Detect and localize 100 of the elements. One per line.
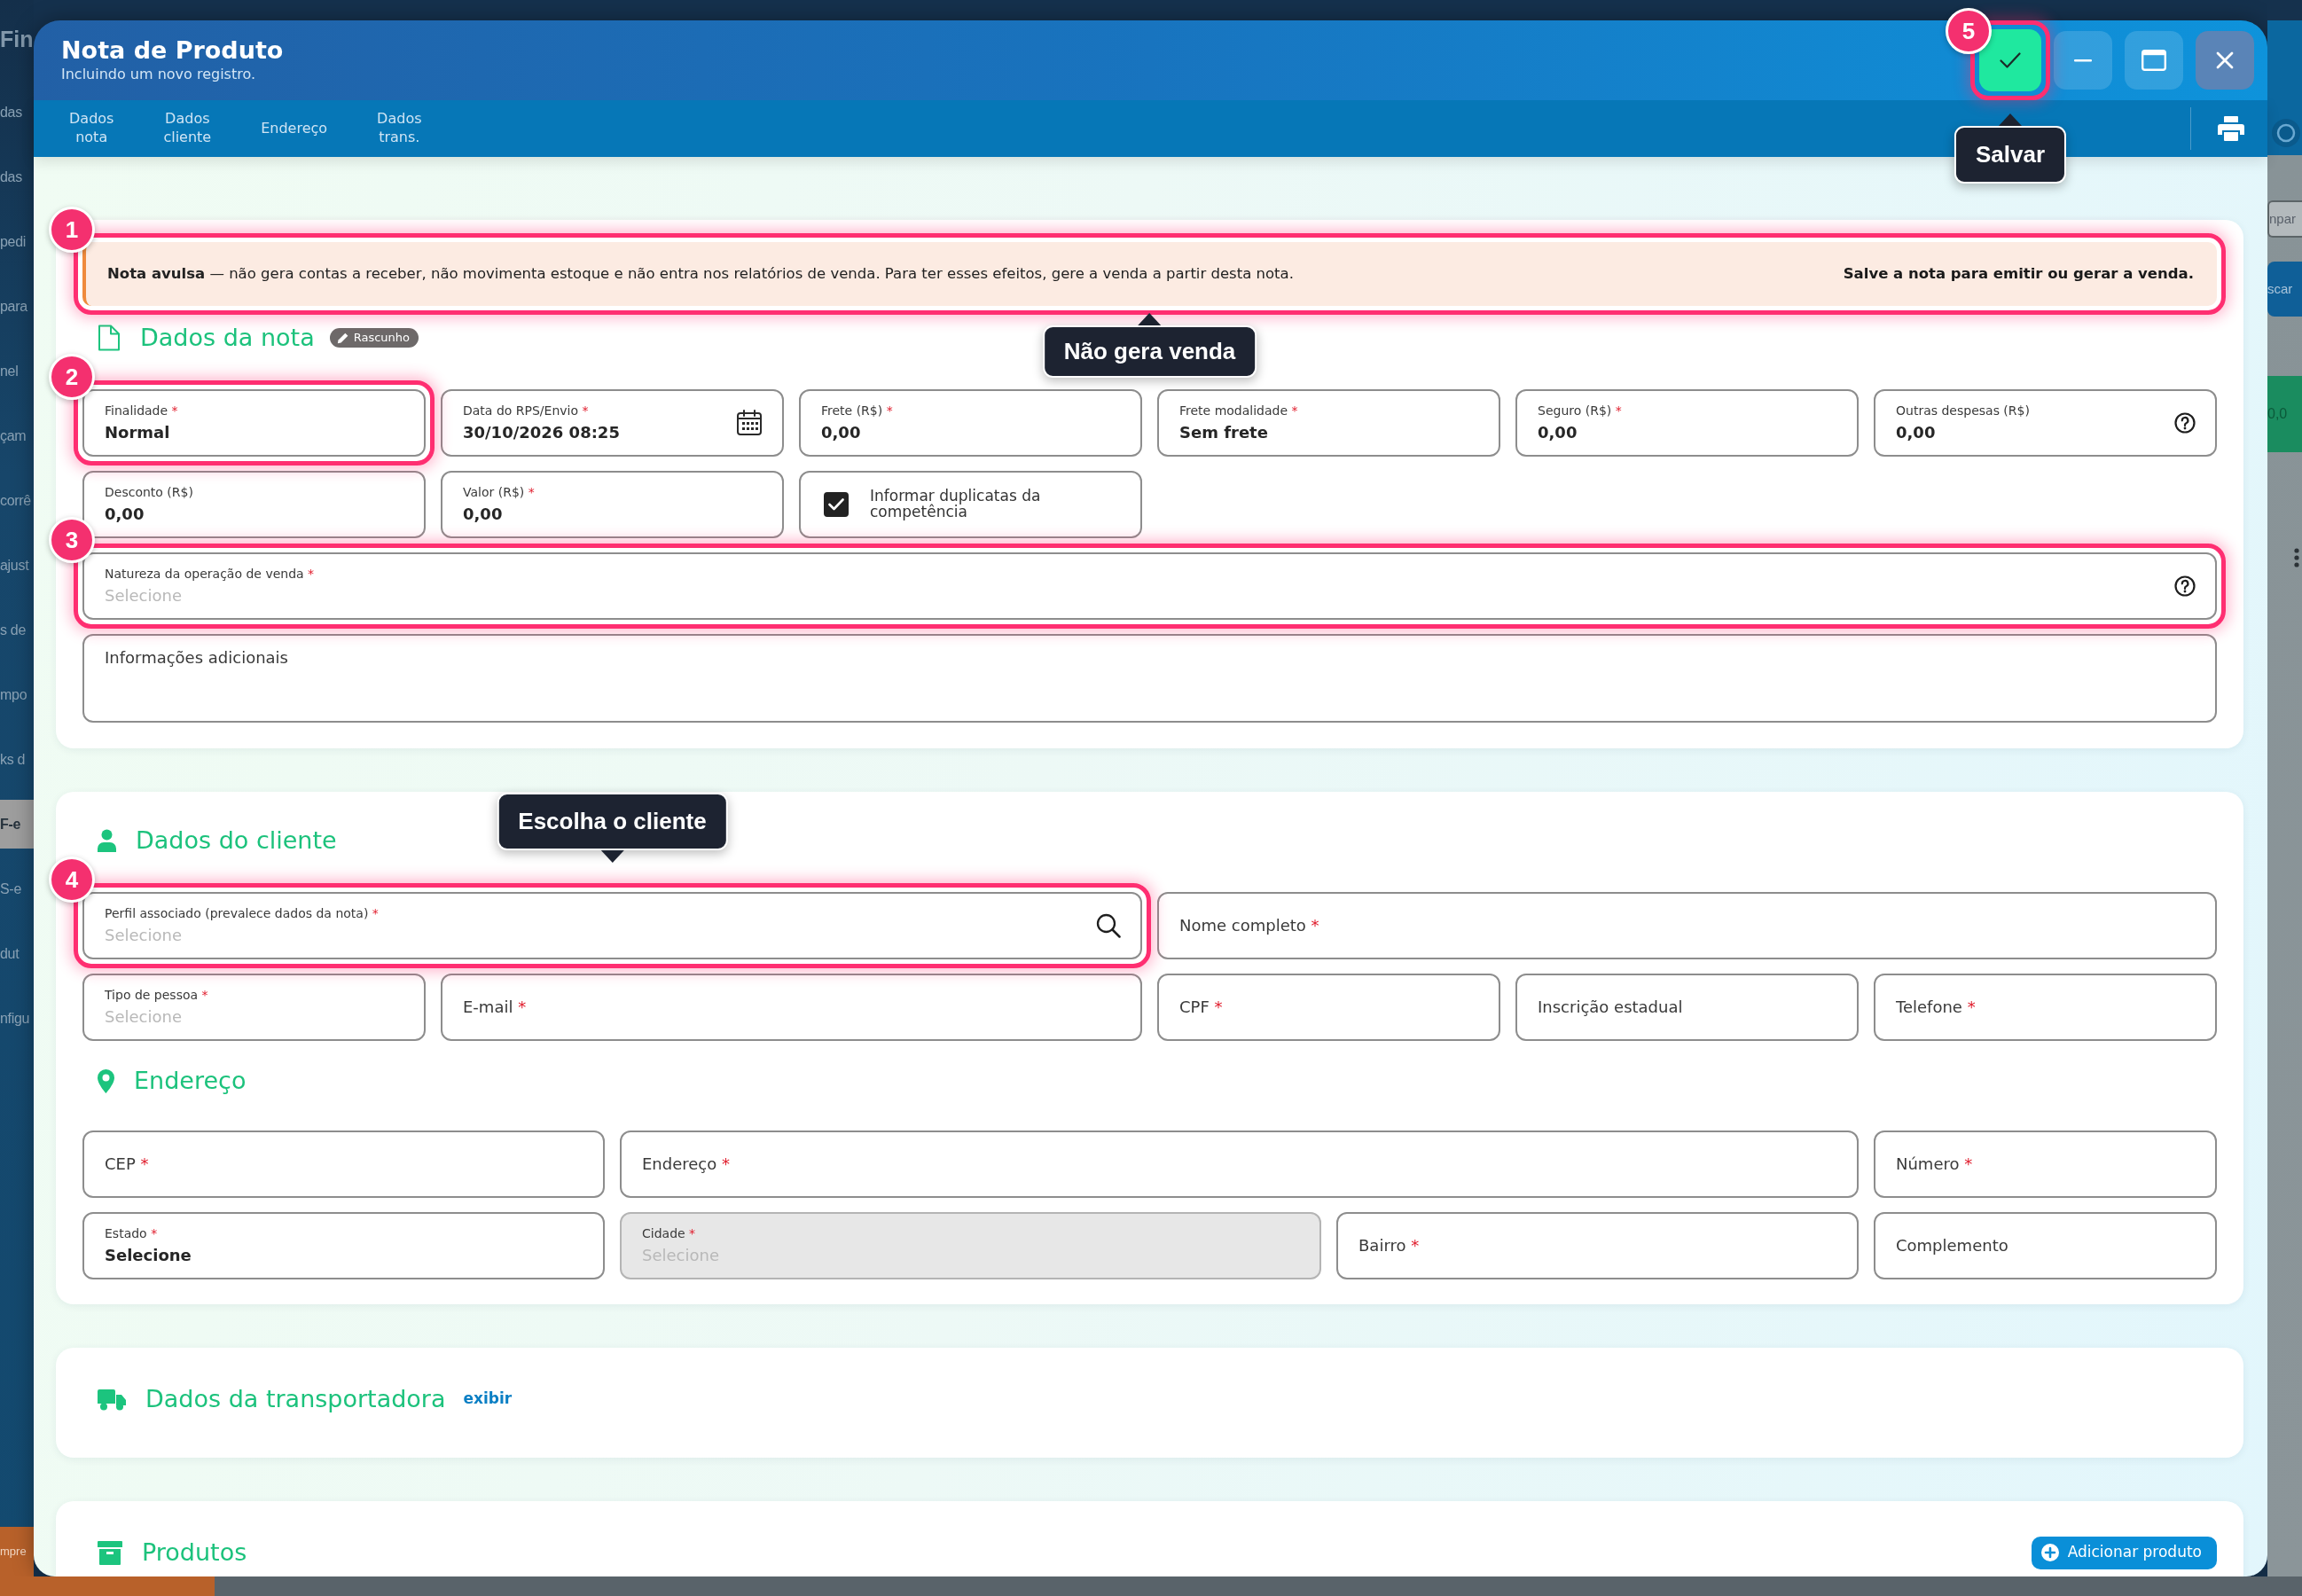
sidebar-item: S-e [0, 880, 22, 898]
value-input[interactable]: Normal [105, 421, 404, 442]
field-label: Desconto (R$) [105, 485, 193, 501]
step-marker: 4 [49, 857, 95, 903]
value-input[interactable]: Selecione [105, 924, 1085, 945]
section-title: Endereço [134, 1066, 247, 1096]
field-label: Número * [1896, 1154, 1973, 1175]
value-input[interactable]: 0,00 [821, 421, 1121, 442]
field-label: E-mail * [463, 997, 527, 1018]
minus-icon [2074, 59, 2092, 62]
sidebar-item: ajust [0, 556, 30, 575]
notice-note: Salve a nota para emitir ou gerar a venda. [1843, 263, 2194, 284]
tab[interactable]: Dados nota [44, 100, 139, 157]
sidebar-item: das [0, 168, 23, 186]
pencil-icon [336, 332, 348, 344]
checkbox[interactable] [824, 492, 849, 517]
value-input[interactable]: Selecione [105, 1005, 404, 1027]
form-field[interactable]: Frete modalidade * Sem frete [1157, 389, 1500, 457]
section-title: Dados da transportadora [145, 1384, 446, 1414]
tab[interactable]: Dados trans. [352, 100, 447, 157]
form-field[interactable]: Frete (R$) * 0,00 [799, 389, 1142, 457]
sidebar-item: pedi [0, 232, 27, 251]
form-field[interactable]: Telefone * [1874, 974, 2217, 1041]
close-button[interactable] [2196, 31, 2254, 90]
notice-text: Nota avulsa — não gera contas a receber, não movimenta estoque e não entra nos relatórios de venda. Para ter esses efeitos, gere a venda a partir desta nota. [107, 263, 1294, 284]
sidebar-item: s de [0, 621, 27, 639]
value-input[interactable]: 30/10/2026 08:25 [463, 421, 725, 442]
search-field[interactable]: Perfil associado (prevalece dados da nota) * Selecione [82, 892, 1142, 959]
form-field[interactable]: Natureza da operação de venda * Selecione [82, 552, 2217, 620]
field-label: Endereço * [642, 1154, 730, 1175]
form-field[interactable]: Nome completo * [1157, 892, 2217, 959]
form-field[interactable]: CEP * [82, 1130, 605, 1198]
close-icon [2216, 51, 2234, 69]
field-label: Finalidade * [105, 403, 178, 419]
field-label: Inscrição estadual [1538, 997, 1683, 1018]
field-label: Complemento [1896, 1235, 2008, 1256]
person-icon [98, 829, 116, 852]
field-label: Valor (R$) * [463, 485, 535, 501]
date-field[interactable]: Data do RPS/Envio * 30/10/2026 08:25 [441, 389, 784, 457]
tick-icon [828, 498, 844, 511]
field-label: Nome completo * [1179, 915, 1319, 936]
field-label: Perfil associado (prevalece dados da nota) * [105, 906, 379, 922]
form-field[interactable]: Número * [1874, 1130, 2217, 1198]
form-field[interactable]: Estado * Selecione [82, 1212, 605, 1279]
save-button[interactable] [1979, 29, 2041, 91]
window-subtitle: Incluindo um novo registro. [61, 65, 257, 84]
tab[interactable]: Dados cliente [138, 100, 237, 157]
sidebar-item: ks d [0, 750, 27, 769]
field-label: Frete (R$) * [821, 403, 893, 419]
backdrop-title: Fin [0, 26, 34, 54]
form-field[interactable]: Complemento [1874, 1212, 2217, 1279]
form-field[interactable]: Outras despesas (R$) 0,00 [1874, 389, 2217, 457]
value-input[interactable]: Selecione [105, 1244, 583, 1265]
tooltip: Não gera venda [1042, 313, 1257, 378]
tag-text: Rascunho [353, 331, 410, 345]
field-label: Bairro * [1358, 1235, 1420, 1256]
plus-icon [2040, 1544, 2059, 1561]
value-input[interactable]: Sem frete [1179, 421, 1479, 442]
tooltip: Salvar [1954, 113, 2067, 184]
show-link[interactable]: exibir [463, 1388, 513, 1411]
form-field[interactable]: E-mail * [441, 974, 1142, 1041]
sidebar-item: para [0, 297, 28, 316]
sidebar-item: corrê [0, 491, 32, 510]
value-input[interactable]: Selecione [105, 584, 2164, 606]
sidebar-item: mpo [0, 685, 28, 704]
window-icon [2141, 50, 2166, 71]
document-icon [98, 325, 121, 351]
check-icon [2000, 52, 2021, 68]
value-input[interactable]: 0,00 [463, 503, 763, 524]
form-field[interactable]: Endereço * [620, 1130, 1859, 1198]
sidebar-item: nel [0, 362, 20, 380]
form-field[interactable]: Valor (R$) * 0,00 [441, 471, 784, 538]
value-input[interactable]: 0,00 [105, 503, 404, 524]
form-field[interactable]: CPF * [1157, 974, 1500, 1041]
section-title: Dados da nota [140, 323, 315, 353]
field-label: Data do RPS/Envio * [463, 403, 589, 419]
value-input[interactable]: 0,00 [1538, 421, 1837, 442]
form-field[interactable]: Bairro * [1336, 1212, 1859, 1279]
form-field[interactable]: Desconto (R$) 0,00 [82, 471, 426, 538]
print-button[interactable] [2218, 116, 2244, 141]
checkbox-group[interactable]: Informar duplicatas da competência [799, 471, 1142, 538]
printer-icon [2218, 116, 2244, 141]
form-field[interactable]: Finalidade * Normal [82, 389, 426, 457]
field-label: Tipo de pessoa * [105, 988, 208, 1004]
form-field[interactable]: Tipo de pessoa * Selecione [82, 974, 426, 1041]
step-marker: 3 [49, 517, 95, 563]
box-icon [98, 1540, 122, 1565]
search-icon [1096, 913, 1121, 938]
section-title: Dados do cliente [136, 825, 337, 856]
tooltip: Escolha o cliente [497, 793, 728, 863]
value-input[interactable]: 0,00 [1896, 421, 2164, 442]
maximize-button[interactable] [2125, 31, 2183, 90]
form-field[interactable]: Seguro (R$) * 0,00 [1515, 389, 1859, 457]
text-area[interactable]: Informações adicionais [82, 634, 2217, 723]
add-button[interactable]: Adicionar produto [2031, 1536, 2217, 1569]
calendar-icon [736, 410, 763, 436]
truck-icon [98, 1388, 126, 1411]
field-label: Natureza da operação de venda * [105, 567, 315, 583]
tab[interactable]: Endereço [236, 100, 353, 157]
form-field[interactable]: Inscrição estadual [1515, 974, 1859, 1041]
